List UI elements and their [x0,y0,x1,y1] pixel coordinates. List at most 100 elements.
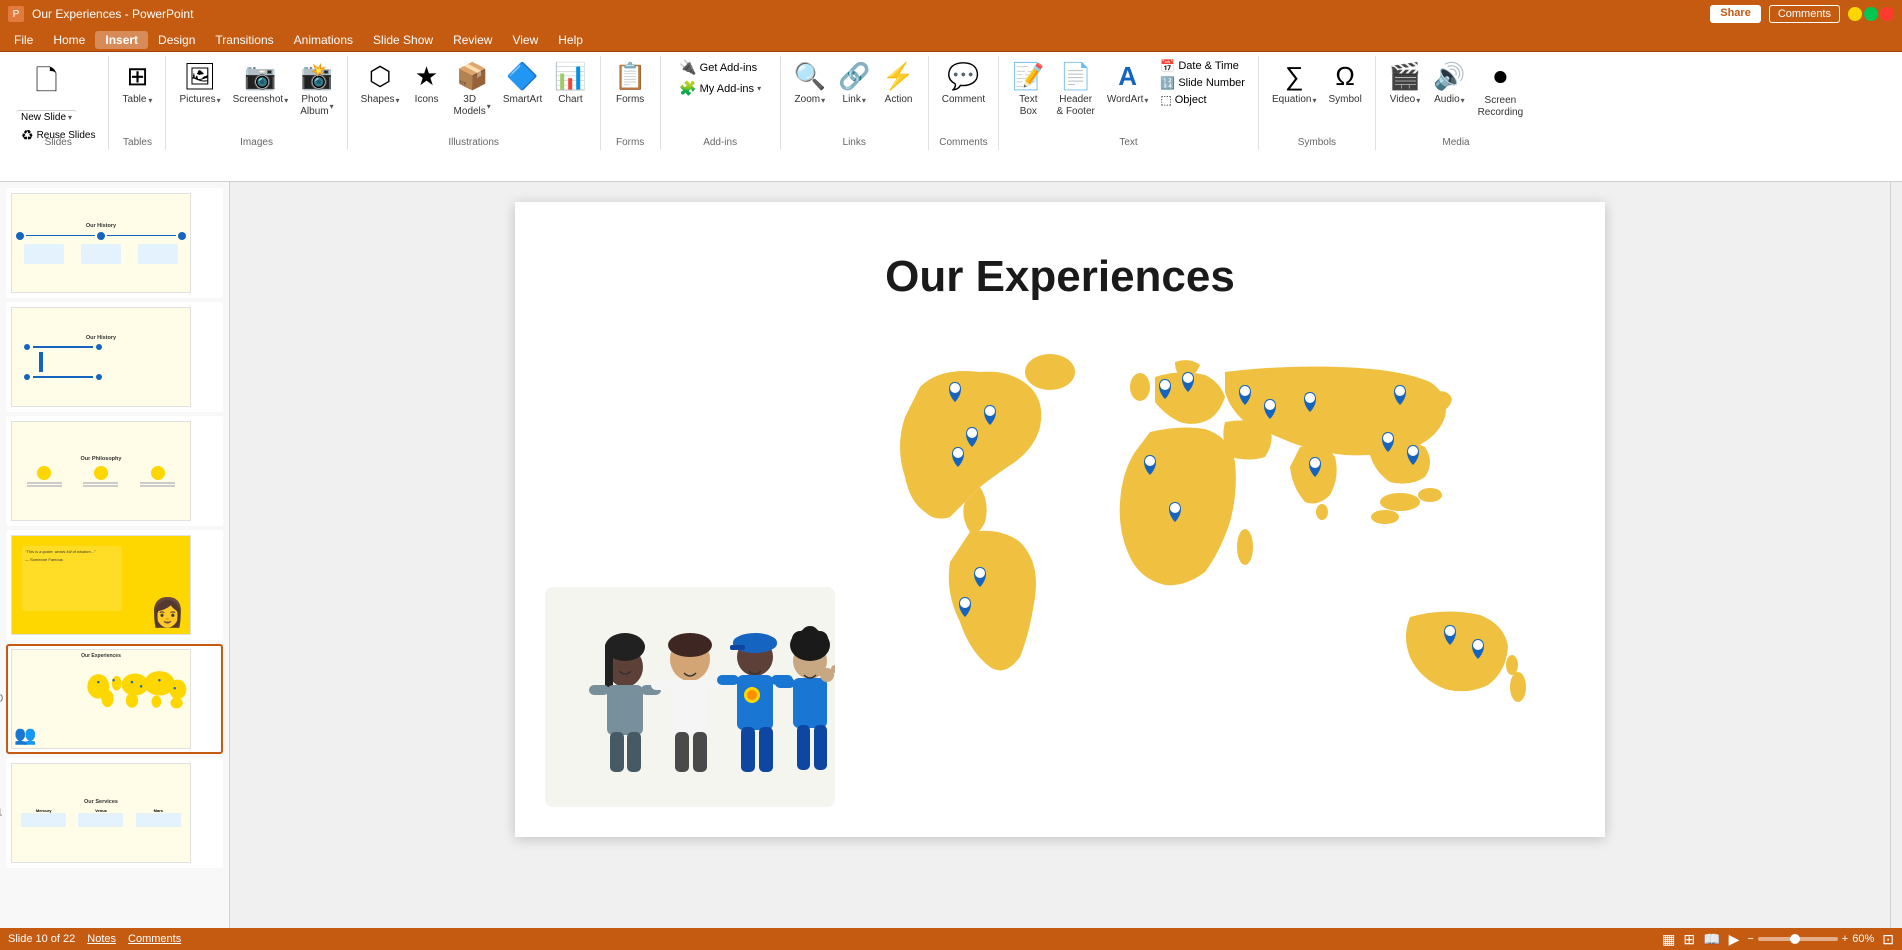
slide-thumb-9[interactable]: 9 "This is a quote, words full of wisdom… [6,530,223,640]
pictures-icon: 🖼 [184,61,217,92]
comment-button[interactable]: 💬 Comment [937,58,990,109]
ribbon-group-addins: 🔌 Get Add-ins 🧩 My Add-ins ▾ Add-ins [661,56,781,150]
menu-home[interactable]: Home [43,31,95,49]
ribbon-group-images: 🖼 Pictures ▾ 📷 Screenshot ▾ 📸 [166,56,347,150]
share-button[interactable]: Share [1710,5,1761,23]
menu-insert[interactable]: Insert [95,31,148,49]
forms-button[interactable]: 📋 Forms [609,58,651,109]
pictures-label: Pictures [179,94,215,106]
video-button[interactable]: 🎬 Video ▾ [1384,58,1426,109]
new-slide-icon: 🗋 [35,60,58,108]
people-illustration [545,587,835,807]
comment-icon: 💬 [947,61,979,92]
comments-button[interactable]: Comments [1769,5,1840,23]
screen-recording-button[interactable]: ⏺ ScreenRecording [1473,58,1529,122]
table-button[interactable]: ⊞ Table ▾ [117,58,157,109]
new-slide-button[interactable]: 🗋 New Slide ▾ [16,58,77,124]
slide-thumb-10[interactable]: 10 Our Experiences [6,644,223,754]
shapes-icon: ⬡ [369,61,392,92]
notes-button[interactable]: Notes [87,933,116,945]
zoom-level: 60% [1852,933,1874,945]
chart-icon: 📊 [554,61,586,92]
slide-num-11: 11 [0,808,2,819]
action-icon: ⚡ [882,61,914,92]
equation-button[interactable]: ∑ Equation ▾ [1267,58,1322,109]
menu-review[interactable]: Review [443,31,502,49]
photo-album-icon: 📸 [301,61,333,92]
fit-slide-button[interactable]: ⊡ [1882,931,1894,948]
slide-canvas: Our Experiences [515,202,1605,837]
slide-thumb-8[interactable]: 8 Our Philosophy [6,416,223,526]
object-button[interactable]: ⬚ Object [1155,92,1250,108]
zoom-out-button[interactable]: − [1747,933,1753,945]
chart-button[interactable]: 📊 Chart [549,58,591,109]
world-map [870,347,1570,807]
audio-label: Audio [1434,94,1460,106]
wordart-button[interactable]: A WordArt ▾ [1102,58,1154,109]
action-button[interactable]: ⚡ Action [877,58,919,109]
reading-view-button[interactable]: 📖 [1703,931,1720,948]
title-bar: P Our Experiences - PowerPoint Share Com… [0,0,1902,28]
icons-button[interactable]: ★ Icons [407,58,447,109]
ribbon-group-comments: 💬 Comment Comments [929,56,999,150]
ribbon-group-media: 🎬 Video ▾ 🔊 Audio ▾ ⏺ ScreenRecording [1376,56,1536,150]
main-area: 6 Our History [0,182,1902,928]
zoom-button[interactable]: 🔍 Zoom ▾ [789,58,831,109]
object-label: Object [1175,94,1207,106]
smartart-button[interactable]: 🔷 SmartArt [498,58,547,109]
menu-animations[interactable]: Animations [284,31,363,49]
header-footer-button[interactable]: 📄 Header& Footer [1052,58,1100,121]
maximize-button[interactable] [1864,7,1878,21]
minimize-button[interactable] [1848,7,1862,21]
menu-help[interactable]: Help [548,31,593,49]
symbol-button[interactable]: Ω Symbol [1323,58,1366,109]
slide-thumb-7[interactable]: 7 Our History [6,302,223,412]
table-label: Table [123,94,147,106]
object-icon: ⬚ [1160,93,1171,107]
slide-thumb-11[interactable]: 11 Our Services Mercury Venus [6,758,223,868]
table-arrow: ▾ [148,96,152,105]
3d-models-button[interactable]: 📦 3DModels ▾ [449,58,496,121]
ribbon-group-links: 🔍 Zoom ▾ 🔗 Link ▾ ⚡ Action [781,56,929,150]
header-footer-icon: 📄 [1059,61,1091,92]
chart-label: Chart [558,94,582,106]
link-button[interactable]: 🔗 Link ▾ [833,58,875,109]
menu-transitions[interactable]: Transitions [205,31,283,49]
slide-sorter-button[interactable]: ⊞ [1683,931,1695,948]
canvas-area: Our Experiences [230,182,1890,928]
screen-recording-label: ScreenRecording [1478,95,1524,119]
comment-label: Comment [942,94,985,106]
text-box-button[interactable]: 📝 TextBox [1007,58,1049,121]
photo-album-button[interactable]: 📸 PhotoAlbum ▾ [295,58,338,121]
ribbon-group-slides: 🗋 New Slide ▾ ♻ Reuse Slides Slides [8,56,109,150]
shapes-button[interactable]: ⬡ Shapes ▾ [356,58,405,109]
date-time-button[interactable]: 📅 Date & Time [1155,58,1250,74]
menu-view[interactable]: View [502,31,548,49]
normal-view-button[interactable]: ▦ [1662,931,1675,948]
slideshow-button[interactable]: ▶ [1729,931,1740,948]
slide-number-button[interactable]: 🔢 Slide Number [1155,75,1250,91]
get-addins-button[interactable]: 🔌 Get Add-ins [674,58,762,77]
menu-file[interactable]: File [4,31,43,49]
close-button[interactable] [1880,7,1894,21]
audio-button[interactable]: 🔊 Audio ▾ [1428,58,1470,109]
screenshot-button[interactable]: 📷 Screenshot ▾ [228,58,294,109]
header-footer-label: Header& Footer [1057,94,1095,118]
zoom-control[interactable]: − + 60% [1747,933,1874,945]
screen-recording-icon: ⏺ [1494,61,1507,93]
zoom-in-button[interactable]: + [1842,933,1848,945]
menu-design[interactable]: Design [148,31,205,49]
date-time-label: Date & Time [1178,60,1239,72]
my-addins-button[interactable]: 🧩 My Add-ins ▾ [674,79,766,98]
slide-thumb-6[interactable]: 6 Our History [6,188,223,298]
table-icon: ⊞ [127,61,149,92]
pictures-button[interactable]: 🖼 Pictures ▾ [174,58,225,109]
3d-models-icon: 📦 [456,61,488,92]
menu-slideshow[interactable]: Slide Show [363,31,443,49]
slide-number-label: Slide Number [1178,77,1245,89]
comments-status-button[interactable]: Comments [128,933,181,945]
ribbon: 🗋 New Slide ▾ ♻ Reuse Slides Slides ⊞ [0,52,1902,182]
slide-panel: 6 Our History [0,182,230,928]
forms-icon: 📋 [614,61,646,92]
reuse-slides-icon: ♻ [21,127,34,144]
